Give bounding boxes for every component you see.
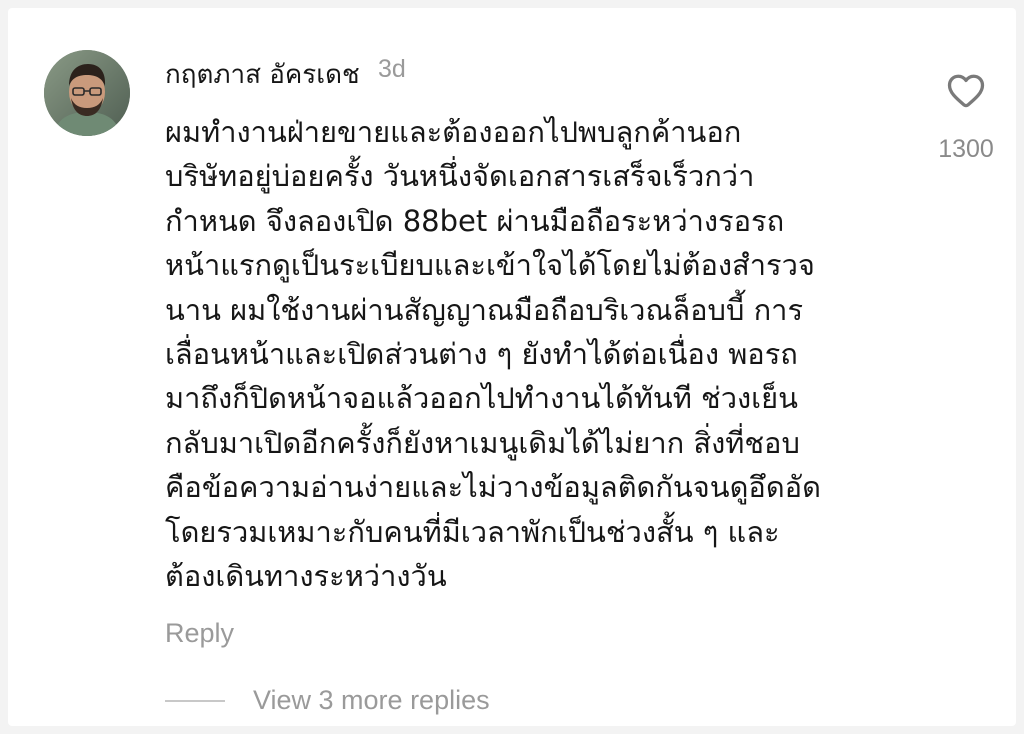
- comment-timestamp: 3d: [378, 55, 406, 83]
- comment-text-line: ต้องเดินทางระหว่างวัน: [165, 558, 447, 593]
- comment-text-line: มาถึงก็ปิดหน้าจอแล้วออกไปทำงานได้ทันที ช…: [165, 381, 798, 416]
- replies-divider: [165, 700, 225, 702]
- like-count: 1300: [938, 135, 994, 163]
- comment-card: กฤตภาส อัครเดช 3d ผมทำงานฝ่ายขายและต้องอ…: [8, 8, 1016, 726]
- like-button[interactable]: [944, 68, 988, 112]
- comment-text-line: กลับมาเปิดอีกครั้งก็ยังหาเมนูเดิมได้ไม่ย…: [165, 425, 800, 460]
- heart-outline-icon: [947, 74, 985, 108]
- comment-text-line: คือข้อความอ่านง่ายและไม่วางข้อมูลติดกันจ…: [165, 470, 821, 505]
- comment-text-line: นาน ผมใช้งานผ่านสัญญาณมือถือบริเวณล็อบบี…: [165, 292, 804, 327]
- comment-text-line: หน้าแรกดูเป็นระเบียบและเข้าใจได้โดยไม่ต้…: [165, 248, 815, 283]
- comment-text-line: บริษัทอยู่บ่อยครั้ง วันหนึ่งจัดเอกสารเสร…: [165, 159, 755, 194]
- user-avatar-photo-icon: [44, 50, 130, 136]
- comment-text: ผมทำงานฝ่ายขายและต้องออกไปพบลูกค้านอก บร…: [165, 110, 910, 598]
- comment-text-line: กำหนด จึงลองเปิด 88bet ผ่านมือถือระหว่าง…: [165, 203, 785, 238]
- comment-text-line: ผมทำงานฝ่ายขายและต้องออกไปพบลูกค้านอก: [165, 115, 742, 149]
- comment-text-line: เลื่อนหน้าและเปิดส่วนต่าง ๆ ยังทำได้ต่อเ…: [165, 336, 798, 371]
- comment-text-line: โดยรวมเหมาะกับคนที่มีเวลาพักเป็นช่วงสั้น…: [165, 514, 780, 549]
- avatar[interactable]: [44, 50, 130, 136]
- view-more-replies-button[interactable]: View 3 more replies: [253, 685, 490, 716]
- comment-author[interactable]: กฤตภาส อัครเดช: [165, 54, 360, 95]
- reply-button[interactable]: Reply: [165, 618, 234, 649]
